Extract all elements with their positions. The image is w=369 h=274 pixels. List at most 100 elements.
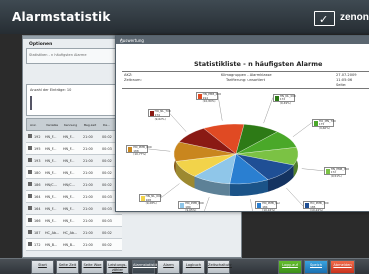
table-row[interactable]: 166 HN_F... HN_F... 21:00 00:03 bbox=[26, 215, 122, 227]
table-cell: 166 bbox=[34, 219, 41, 223]
table-cell: 21:00 bbox=[83, 195, 93, 199]
table-row[interactable]: 195 HN_F... HN_F... 21:00 00:03 bbox=[26, 143, 122, 155]
table-cell: HN/C... bbox=[63, 183, 75, 187]
table-row[interactable]: 164 HN_F... HN_F... 21:00 00:03 bbox=[26, 203, 122, 215]
table-cell: 186 bbox=[34, 183, 41, 187]
table-cell: 21:00 bbox=[83, 231, 93, 235]
taskbar-button-7[interactable]: Zeitschaltuhr bbox=[207, 260, 232, 274]
table-cell: HN_F... bbox=[63, 147, 75, 151]
col-count[interactable]: Anz. bbox=[30, 123, 36, 127]
table-row[interactable]: 192 HN_F... HN_F... 21:00 00:02 bbox=[26, 131, 122, 143]
brand-name: zenon bbox=[340, 12, 369, 23]
alarm-icon bbox=[28, 242, 32, 246]
table-cell: 21:00 bbox=[83, 171, 93, 175]
alarm-icon bbox=[28, 170, 32, 174]
pie-label-2: HO_MN_700 175 (9,66%) bbox=[311, 118, 336, 130]
check-icon: ✓ bbox=[314, 11, 335, 26]
table-cell: HN_B... bbox=[45, 243, 58, 247]
taskbar-button-1[interactable]: Seite Zeit bbox=[56, 260, 79, 274]
close-icon[interactable]: ▢ bbox=[120, 38, 124, 43]
table-cell: 21:00 bbox=[83, 159, 93, 163]
taskbar-button-label: Logbuch bbox=[185, 263, 202, 267]
table-cell: 00:02 bbox=[102, 231, 112, 235]
taskbar-button-6[interactable]: Logbuch bbox=[182, 260, 205, 274]
table-cell: 172 bbox=[34, 243, 41, 247]
leader-line-4 bbox=[286, 187, 304, 207]
taskbar-button-label: Leistungs-zähler bbox=[108, 263, 127, 272]
taskbar-button-label: Alarmstatistik bbox=[133, 263, 158, 267]
table-row[interactable]: 186 HN/C... HN/C... 21:00 00:02 bbox=[26, 179, 122, 191]
taskbar-button-label: Start bbox=[38, 263, 47, 267]
options-title: Optionen bbox=[29, 42, 53, 47]
pie-label-value: 194 (10,80%) bbox=[202, 95, 216, 104]
leader-line-1 bbox=[263, 97, 273, 124]
pie-label-9: HO_NL_700 174 (9,62%) bbox=[147, 109, 171, 120]
table-cell: HN_F... bbox=[63, 195, 75, 199]
col-start[interactable]: Beg.zeit bbox=[84, 123, 96, 127]
pie-label-value: 184 (10,16%) bbox=[262, 204, 276, 213]
table-cell: HN_F... bbox=[45, 147, 57, 151]
table-cell: HN/C... bbox=[45, 183, 57, 187]
table-row[interactable]: 193 HN_F... HN_F... 21:00 00:02 bbox=[26, 155, 122, 167]
taskbar-button-2[interactable]: Seite Woe bbox=[81, 260, 104, 274]
alarm-icon bbox=[28, 218, 32, 222]
legend-swatch bbox=[149, 111, 154, 117]
taskbar-button-0[interactable]: Start bbox=[31, 260, 54, 274]
table-cell: 00:02 bbox=[102, 171, 112, 175]
legend-swatch bbox=[313, 120, 318, 126]
col-id[interactable]: Kennung bbox=[64, 123, 77, 127]
col-duration[interactable]: Da... bbox=[103, 123, 110, 127]
table-cell: 164 bbox=[34, 207, 41, 211]
leader-line-7 bbox=[160, 183, 180, 199]
table-cell: 00:03 bbox=[102, 207, 112, 211]
taskbar-button-9[interactable]: Speich bbox=[304, 260, 328, 274]
alarm-table: Anz. Variable Kennung Beg.zeit Da... 192… bbox=[26, 118, 122, 251]
app-title: Alarmstatistik bbox=[12, 10, 111, 24]
taskbar-button-5[interactable]: Alarm bbox=[157, 260, 180, 274]
title-bar: Alarmstatistik ✓ zenon bbox=[0, 0, 369, 34]
table-cell: 00:02 bbox=[102, 135, 112, 139]
col-variable[interactable]: Variable bbox=[46, 123, 58, 127]
table-cell: 21:00 bbox=[83, 219, 93, 223]
taskbar-button-10[interactable]: Abmelden bbox=[330, 260, 355, 274]
table-cell: 164 bbox=[34, 195, 41, 199]
pie-label-value: 174 (9,62%) bbox=[154, 112, 166, 121]
taskbar-button-3[interactable]: Leistungs-zähler bbox=[106, 260, 129, 274]
brand-logo: ✓ zenon bbox=[314, 10, 369, 26]
taskbar-button-4[interactable]: Alarmstatistik bbox=[132, 260, 158, 274]
table-cell: 00:02 bbox=[102, 183, 112, 187]
pie-label-5: HN_PMB_Sel 184 (10,16%) bbox=[255, 201, 280, 212]
pie-label-7: HN_NL_000 168 (9,28%) bbox=[138, 194, 162, 205]
table-row[interactable]: 187 HC_Ab... HC_Ab... 21:00 00:02 bbox=[26, 227, 122, 239]
table-header: Anz. Variable Kennung Beg.zeit Da... bbox=[26, 118, 122, 131]
leader-line-8 bbox=[148, 148, 171, 152]
taskbar-button-8[interactable]: Logg-auf bbox=[278, 260, 302, 274]
table-cell: HN_F... bbox=[63, 159, 75, 163]
table-row[interactable]: 164 HN_F... HN_F... 21:00 00:03 bbox=[26, 191, 122, 203]
options-field-value: Statistiken - n häufigsten Alarme bbox=[29, 53, 87, 57]
table-cell: HN_F... bbox=[63, 135, 75, 139]
table-cell: HN_B... bbox=[63, 243, 76, 247]
table-cell: 00:02 bbox=[102, 243, 112, 247]
legend-swatch bbox=[180, 203, 185, 208]
table-cell: HN_F... bbox=[63, 207, 75, 211]
entries-box[interactable]: Anzahl der Einträge: 10 bbox=[26, 84, 116, 116]
table-row[interactable]: 172 HN_B... HN_B... 21:00 00:02 bbox=[26, 239, 122, 251]
app-window: Alarmstatistik ✓ zenon Optionen Statisti… bbox=[0, 0, 369, 274]
dialog-header: Auswertung ▢ bbox=[116, 36, 369, 44]
entries-scrollbar[interactable] bbox=[30, 96, 32, 110]
table-row[interactable]: 180 HN_F... HN_F... 21:00 00:02 bbox=[26, 167, 122, 179]
taskbar-button-label: Seite Woe bbox=[83, 263, 102, 267]
table-cell: 21:00 bbox=[83, 183, 93, 187]
alarm-icon bbox=[28, 134, 32, 138]
alarm-icon bbox=[28, 230, 32, 234]
pie-label-4: HO_PMB_700 185 (10,24%) bbox=[303, 201, 329, 212]
table-cell: 00:03 bbox=[102, 147, 112, 151]
leader-line-9 bbox=[169, 113, 187, 132]
pie-label-1: HN_NL_000 172 (9,49%) bbox=[272, 93, 296, 105]
table-cell: HC_Ab... bbox=[45, 231, 60, 235]
legend-swatch bbox=[128, 146, 133, 152]
legend-swatch bbox=[140, 196, 145, 202]
table-cell: HN_F... bbox=[45, 171, 57, 175]
table-cell: 21:00 bbox=[83, 147, 93, 151]
